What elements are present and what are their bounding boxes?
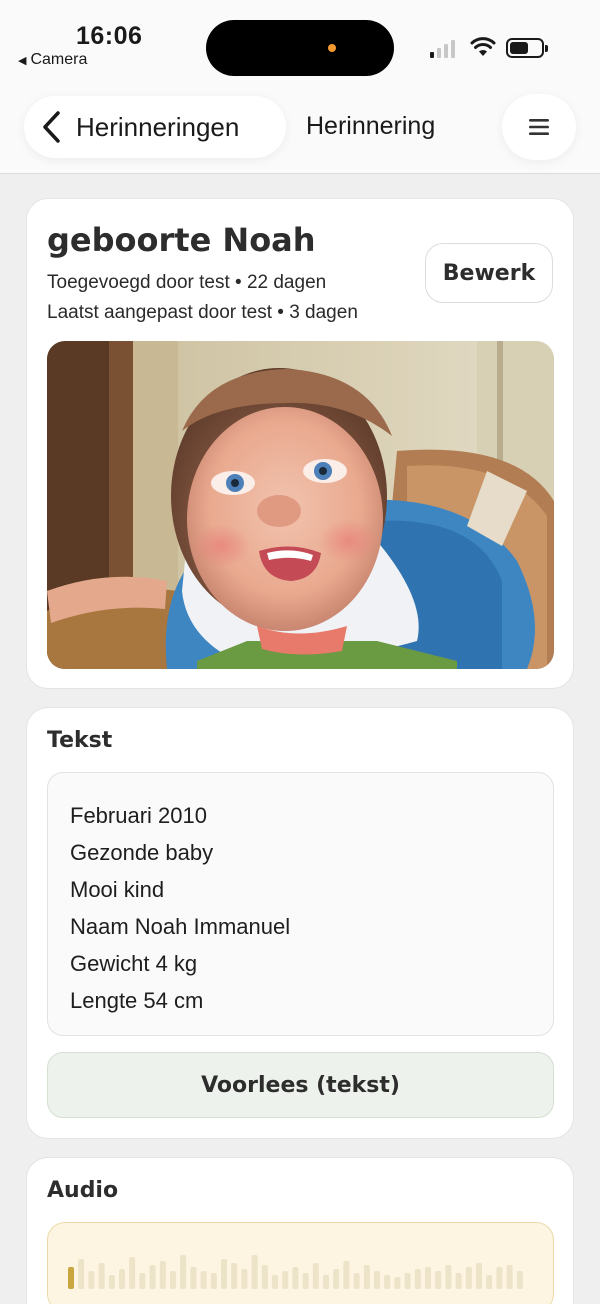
memory-photo[interactable]	[47, 341, 554, 669]
back-button-label: Herinneringen	[76, 111, 240, 142]
battery-icon	[506, 38, 548, 58]
dynamic-island	[206, 20, 394, 76]
status-time: 16:06	[76, 22, 143, 50]
waveform-bar	[119, 1269, 125, 1289]
waveform-bar	[241, 1269, 248, 1289]
audio-waveform[interactable]	[48, 1223, 554, 1304]
privacy-indicator-icon	[328, 44, 336, 52]
waveform-bar	[231, 1263, 238, 1289]
waveform-bar	[139, 1273, 146, 1289]
cellular-signal-icon	[430, 40, 455, 58]
read-aloud-button[interactable]: Voorlees (tekst)	[47, 1052, 554, 1118]
text-line: Gezonde baby	[70, 840, 214, 865]
wifi-icon	[470, 37, 496, 56]
waveform-bar	[98, 1263, 105, 1289]
waveform-bar	[343, 1261, 350, 1289]
waveform-bar	[251, 1255, 258, 1289]
waveform-bar	[506, 1265, 513, 1289]
waveform-bar	[384, 1275, 391, 1289]
waveform-bar	[170, 1271, 176, 1289]
text-line: Mooi kind	[70, 877, 165, 902]
waveform-bar	[476, 1263, 482, 1289]
back-to-app-link[interactable]: ◀ Camera	[18, 51, 87, 69]
waveform-bar	[425, 1267, 431, 1289]
waveform-bar	[404, 1273, 411, 1289]
edit-button[interactable]: Bewerk	[425, 243, 553, 303]
memory-title: geboorte Noah	[47, 221, 316, 259]
waveform-bar	[159, 1261, 166, 1289]
waveform-bar	[516, 1271, 523, 1289]
waveform-playhead-bar	[68, 1267, 74, 1289]
waveform-bar	[312, 1263, 319, 1289]
menu-button[interactable]	[502, 94, 576, 160]
waveform-bar	[221, 1259, 227, 1289]
waveform-bar	[108, 1275, 115, 1289]
waveform-bar	[374, 1271, 380, 1289]
waveform-bar	[363, 1265, 370, 1289]
waveform-bar	[261, 1265, 268, 1289]
waveform-bar	[149, 1265, 156, 1289]
waveform-bar	[435, 1271, 442, 1289]
waveform-bar	[88, 1271, 95, 1289]
waveform-bar	[272, 1275, 278, 1289]
back-app-label: Camera	[30, 51, 88, 68]
waveform-bar	[445, 1265, 452, 1289]
text-line: Lengte 54 cm	[70, 988, 204, 1013]
text-section-heading: Tekst	[47, 728, 113, 753]
memory-text-box: Februari 2010 Gezonde baby Mooi kind Naa…	[47, 772, 554, 1036]
page-title: Herinnering	[306, 112, 436, 140]
waveform-bar	[282, 1271, 289, 1289]
back-button[interactable]: Herinneringen	[24, 96, 286, 158]
waveform-bar	[333, 1269, 340, 1289]
navigation-bar: Herinneringen Herinnering	[0, 90, 600, 174]
waveform-bar	[414, 1269, 421, 1289]
waveform-bar	[455, 1273, 462, 1289]
waveform-bar	[292, 1267, 299, 1289]
text-line: Gewicht 4 kg	[70, 951, 198, 976]
waveform-bar	[465, 1267, 472, 1289]
waveform-bar	[78, 1259, 85, 1289]
chevron-left-icon	[43, 111, 60, 143]
hamburger-menu-icon	[529, 119, 549, 135]
waveform-bar	[323, 1275, 329, 1289]
baby-photo-image	[47, 341, 554, 669]
memory-card: geboorte Noah Toegevoegd door test • 22 …	[26, 198, 574, 689]
waveform-bar	[394, 1277, 401, 1289]
audio-section-heading: Audio	[47, 1178, 119, 1203]
waveform-bar	[180, 1255, 187, 1289]
waveform-bar	[129, 1257, 136, 1289]
waveform-bar	[210, 1273, 217, 1289]
added-by-text: Toegevoegd door test • 22 dagen	[47, 272, 327, 293]
waveform-bar	[190, 1267, 197, 1289]
text-line: Februari 2010	[70, 803, 207, 828]
status-bar: 16:06 ◀ Camera	[0, 0, 600, 90]
back-triangle-icon: ◀	[18, 54, 27, 67]
text-card: Tekst Februari 2010 Gezonde baby Mooi ki…	[26, 707, 574, 1139]
text-line: Naam Noah Immanuel	[70, 914, 291, 939]
modified-by-text: Laatst aangepast door test • 3 dagen	[47, 302, 358, 323]
waveform-bar	[496, 1267, 503, 1289]
audio-player[interactable]	[47, 1222, 554, 1304]
waveform-bar	[486, 1275, 493, 1289]
waveform-bar	[302, 1273, 309, 1289]
waveform-bar	[200, 1271, 207, 1289]
waveform-bar	[353, 1273, 360, 1289]
audio-card: Audio	[26, 1157, 574, 1304]
